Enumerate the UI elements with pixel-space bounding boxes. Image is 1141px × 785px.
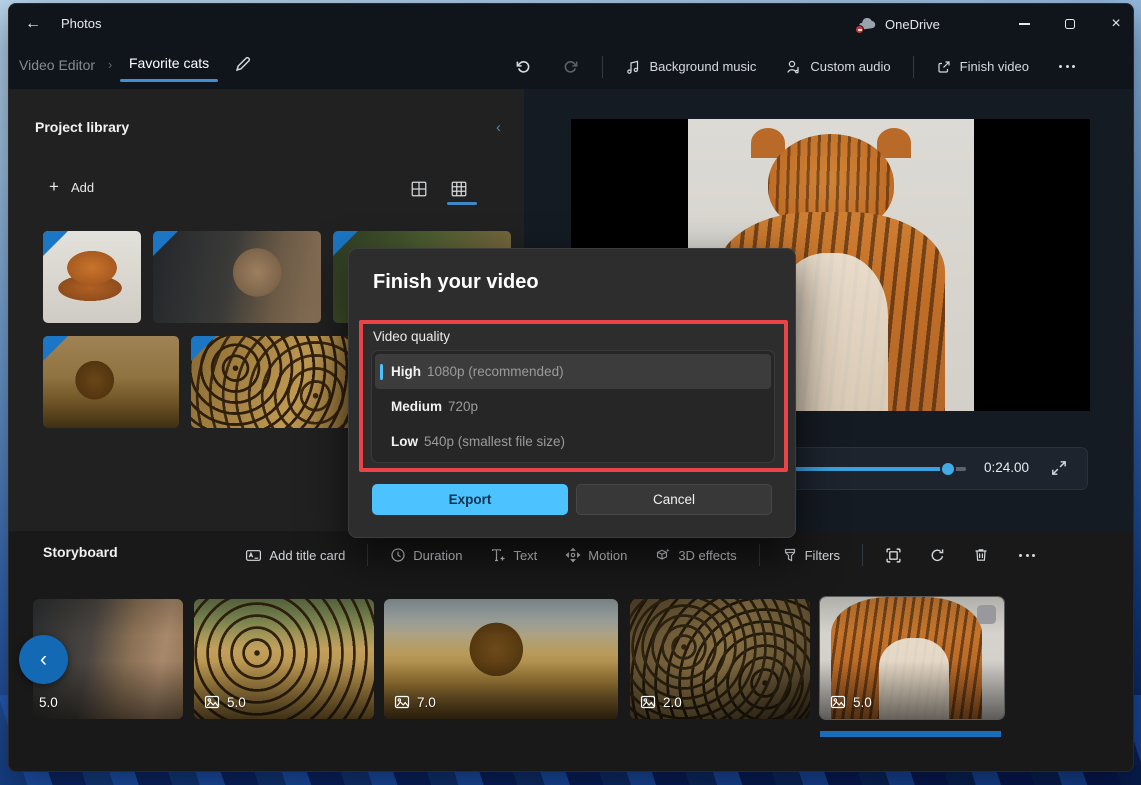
filters-icon (782, 547, 798, 563)
storyboard-tools: Add title card Duration Text Motion (239, 536, 1043, 574)
finish-video-button[interactable]: Finish video (928, 54, 1037, 80)
top-tools: Background music Custom audio Finish vid… (506, 44, 1083, 89)
storyboard-section: Storyboard Add title card Duration Text (9, 531, 1134, 772)
quality-listbox: High 1080p (recommended) Medium 720p Low… (371, 350, 775, 463)
dialog-title: Finish your video (373, 271, 539, 294)
finish-video-dialog: Finish your video Video quality High 108… (348, 248, 796, 538)
plus-icon: + (49, 177, 59, 197)
maximize-button[interactable] (1047, 4, 1093, 44)
maximize-icon (1065, 19, 1075, 29)
breadcrumb-separator: › (108, 57, 112, 72)
clip-progress-bar (820, 731, 1001, 737)
3d-effects-button[interactable]: 3D effects (649, 543, 742, 567)
image-icon (204, 694, 220, 710)
more-options-icon[interactable] (1051, 59, 1083, 74)
storyboard-divider (367, 544, 368, 566)
selected-corner-icon (191, 336, 216, 361)
fullscreen-icon[interactable] (1050, 459, 1068, 477)
collapse-panel-icon[interactable]: ‹ (496, 119, 501, 136)
storyboard-more-icon[interactable] (1011, 548, 1043, 563)
clip-lion[interactable]: 7.0 (384, 599, 618, 719)
redo-button[interactable] (554, 53, 588, 81)
scroll-left-button[interactable]: ‹ (19, 635, 68, 684)
background-music-button[interactable]: Background music (617, 54, 764, 80)
crop-icon[interactable] (879, 541, 907, 569)
time-label: 0:24.00 (984, 460, 1029, 475)
back-icon[interactable]: ← (19, 12, 47, 36)
seek-thumb[interactable] (940, 461, 956, 477)
clock-icon (390, 547, 406, 563)
person-audio-icon (786, 59, 802, 75)
add-title-card-button[interactable]: Add title card (239, 543, 351, 568)
storyboard-title: Storyboard (43, 544, 118, 560)
selected-corner-icon (153, 231, 178, 256)
custom-audio-button[interactable]: Custom audio (778, 54, 898, 80)
image-icon (640, 694, 656, 710)
video-quality-label: Video quality (373, 329, 450, 344)
onedrive-cloud-icon (857, 16, 877, 32)
minimize-icon (1019, 23, 1030, 24)
library-thumb-puma[interactable] (153, 231, 321, 323)
close-button[interactable]: × (1093, 4, 1134, 44)
3d-cube-icon (655, 547, 671, 563)
quality-option-high[interactable]: High 1080p (recommended) (375, 354, 771, 389)
breadcrumb-video-editor[interactable]: Video Editor (19, 57, 95, 73)
text-tool-icon (490, 547, 506, 563)
motion-icon (565, 547, 581, 563)
cancel-button[interactable]: Cancel (576, 484, 772, 515)
selected-corner-icon (43, 336, 68, 361)
library-thumb-tiger[interactable] (43, 231, 141, 323)
toolbar-divider (913, 56, 914, 78)
photos-app-window: ← Photos OneDrive × Video Editor › Favor… (8, 3, 1134, 772)
minimize-button[interactable] (1001, 4, 1047, 44)
editor-toolbar: Video Editor › Favorite cats Background … (9, 44, 1134, 89)
storyboard-divider (862, 544, 863, 566)
onedrive-label: OneDrive (885, 17, 940, 32)
library-thumb-lion[interactable] (43, 336, 179, 428)
add-media-button[interactable]: + Add (49, 177, 94, 197)
finish-video-icon (936, 59, 952, 75)
export-button[interactable]: Export (372, 484, 568, 515)
toolbar-divider (602, 56, 603, 78)
project-name-underline (120, 79, 218, 82)
music-note-icon (625, 59, 641, 75)
image-icon (830, 694, 846, 710)
duration-button[interactable]: Duration (384, 543, 468, 567)
title-bar: ← Photos OneDrive × (9, 4, 1134, 44)
active-view-underline (447, 202, 477, 205)
library-thumb-leopard[interactable] (191, 336, 369, 428)
quality-option-low[interactable]: Low 540p (smallest file size) (375, 424, 771, 459)
grid-view-large-icon[interactable] (445, 175, 473, 203)
title-card-icon (245, 547, 262, 564)
project-library-title: Project library (35, 119, 129, 135)
clip-leopard[interactable]: 2.0 (630, 599, 810, 719)
clip-tiger-selected[interactable]: 5.0 (820, 597, 1004, 719)
selected-corner-icon (43, 231, 68, 256)
onedrive-status[interactable]: OneDrive (857, 12, 940, 36)
text-button[interactable]: Text (484, 543, 543, 567)
quality-option-medium[interactable]: Medium 720p (375, 389, 771, 424)
grid-view-small-icon[interactable] (405, 175, 433, 203)
delete-icon[interactable] (967, 541, 995, 569)
onedrive-sync-badge (855, 25, 864, 34)
project-name[interactable]: Favorite cats (129, 55, 209, 71)
image-icon (394, 694, 410, 710)
rotate-icon[interactable] (923, 541, 951, 569)
motion-button[interactable]: Motion (559, 543, 633, 567)
rename-pencil-icon[interactable] (233, 54, 255, 76)
storyboard-divider (759, 544, 760, 566)
clip-cheetahs[interactable]: 5.0 (194, 599, 374, 719)
undo-button[interactable] (506, 53, 540, 81)
app-title: Photos (61, 16, 101, 31)
filters-button[interactable]: Filters (776, 543, 846, 567)
clip-select-checkbox[interactable] (977, 605, 996, 624)
